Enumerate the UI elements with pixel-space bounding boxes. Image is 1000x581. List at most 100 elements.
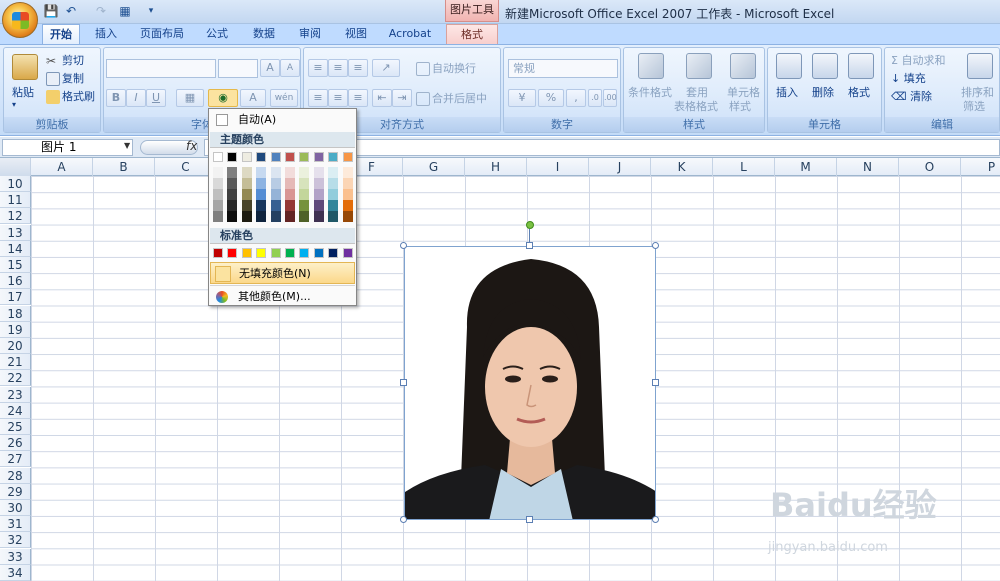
tab-review[interactable]: 审阅 bbox=[292, 24, 328, 44]
theme-tint-swatch[interactable] bbox=[270, 167, 281, 178]
percent-button[interactable]: % bbox=[538, 89, 564, 107]
tab-page-layout[interactable]: 页面布局 bbox=[134, 24, 190, 44]
row-header-12[interactable]: 12 bbox=[0, 208, 31, 225]
theme-tint-swatch[interactable] bbox=[213, 167, 223, 178]
standard-color-swatch[interactable] bbox=[342, 248, 353, 258]
more-colors-item[interactable]: 其他颜色(M)... bbox=[210, 285, 355, 307]
theme-tint-swatch[interactable] bbox=[299, 189, 310, 200]
theme-tint-swatch[interactable] bbox=[256, 200, 267, 211]
align-top-button[interactable]: ≡ bbox=[308, 59, 328, 77]
redo-icon[interactable]: ↷ bbox=[92, 3, 110, 20]
row-header-26[interactable]: 26 bbox=[0, 435, 31, 452]
tab-view[interactable]: 视图 bbox=[338, 24, 374, 44]
column-header-b[interactable]: B bbox=[93, 158, 155, 176]
tab-insert[interactable]: 插入 bbox=[88, 24, 124, 44]
tab-acrobat[interactable]: Acrobat bbox=[382, 24, 438, 44]
copy-button[interactable]: 复制 bbox=[46, 70, 84, 86]
theme-tint-swatch[interactable] bbox=[213, 200, 223, 211]
theme-tint-swatch[interactable] bbox=[285, 167, 295, 178]
tab-format[interactable]: 格式 bbox=[446, 24, 498, 44]
standard-color-swatch[interactable] bbox=[285, 248, 295, 258]
column-header-o[interactable]: O bbox=[899, 158, 961, 176]
font-size-combo[interactable] bbox=[218, 59, 258, 78]
standard-color-swatch[interactable] bbox=[256, 248, 267, 258]
align-center-button[interactable]: ≡ bbox=[328, 89, 348, 107]
theme-tint-swatch[interactable] bbox=[270, 178, 281, 189]
align-middle-button[interactable]: ≡ bbox=[328, 59, 348, 77]
bold-button[interactable]: B bbox=[106, 89, 126, 107]
number-format-combo[interactable]: 常规 bbox=[508, 59, 618, 78]
theme-tint-swatch[interactable] bbox=[342, 178, 353, 189]
font-name-combo[interactable] bbox=[106, 59, 216, 78]
inserted-picture[interactable] bbox=[404, 246, 656, 520]
row-header-21[interactable]: 21 bbox=[0, 354, 31, 371]
theme-tint-swatch[interactable] bbox=[256, 211, 267, 222]
theme-tint-swatch[interactable] bbox=[328, 167, 339, 178]
column-header-n[interactable]: N bbox=[837, 158, 899, 176]
resize-handle-e[interactable] bbox=[652, 379, 659, 386]
cell-styles-button-l2[interactable]: 样式 bbox=[729, 98, 751, 114]
theme-tint-swatch[interactable] bbox=[270, 189, 281, 200]
auto-color-item[interactable]: 自动(A) bbox=[210, 109, 355, 131]
theme-color-swatch[interactable] bbox=[227, 152, 238, 162]
row-header-29[interactable]: 29 bbox=[0, 483, 31, 500]
row-header-16[interactable]: 16 bbox=[0, 273, 31, 290]
theme-color-swatch[interactable] bbox=[241, 152, 252, 162]
theme-tint-swatch[interactable] bbox=[270, 200, 281, 211]
standard-color-swatch[interactable] bbox=[213, 248, 223, 258]
clear-button[interactable]: ⌫ 清除 bbox=[891, 88, 932, 104]
theme-tint-swatch[interactable] bbox=[227, 167, 238, 178]
undo-icon[interactable]: ↶ bbox=[62, 3, 80, 20]
row-header-13[interactable]: 13 bbox=[0, 224, 31, 241]
align-left-button[interactable]: ≡ bbox=[308, 89, 328, 107]
column-header-a[interactable]: A bbox=[31, 158, 93, 176]
row-header-18[interactable]: 18 bbox=[0, 305, 31, 322]
format-cells-button[interactable]: 格式 bbox=[848, 84, 870, 100]
fill-color-button[interactable]: ◉ bbox=[208, 89, 238, 107]
row-header-30[interactable]: 30 bbox=[0, 500, 31, 516]
paste-button[interactable]: 粘贴 bbox=[12, 84, 34, 100]
conditional-format-button[interactable]: 条件格式 bbox=[628, 84, 672, 100]
row-header-27[interactable]: 27 bbox=[0, 451, 31, 468]
theme-tint-swatch[interactable] bbox=[285, 200, 295, 211]
sort-filter-button-l2[interactable]: 筛选 bbox=[963, 98, 985, 114]
paste-dropdown-icon[interactable]: ▾ bbox=[12, 100, 16, 109]
resize-handle-n[interactable] bbox=[526, 242, 533, 249]
grow-font-button[interactable]: A bbox=[260, 59, 280, 77]
theme-tint-swatch[interactable] bbox=[328, 200, 339, 211]
standard-color-swatch[interactable] bbox=[328, 248, 339, 258]
row-header-11[interactable]: 11 bbox=[0, 192, 31, 209]
table-format-button-l2[interactable]: 表格格式 bbox=[674, 98, 718, 114]
comma-button[interactable]: , bbox=[566, 89, 586, 107]
theme-tint-swatch[interactable] bbox=[256, 167, 267, 178]
row-header-25[interactable]: 25 bbox=[0, 419, 31, 435]
row-header-32[interactable]: 32 bbox=[0, 532, 31, 549]
theme-tint-swatch[interactable] bbox=[227, 200, 238, 211]
theme-tint-swatch[interactable] bbox=[213, 211, 223, 222]
italic-button[interactable]: I bbox=[126, 89, 146, 107]
save-icon[interactable]: 💾 bbox=[42, 3, 60, 20]
theme-color-swatch[interactable] bbox=[299, 152, 310, 162]
theme-tint-swatch[interactable] bbox=[227, 178, 238, 189]
theme-tint-swatch[interactable] bbox=[285, 211, 295, 222]
decrease-indent-button[interactable]: ⇤ bbox=[372, 89, 392, 107]
theme-tint-swatch[interactable] bbox=[227, 189, 238, 200]
standard-color-swatch[interactable] bbox=[313, 248, 324, 258]
theme-tint-swatch[interactable] bbox=[213, 189, 223, 200]
theme-tint-swatch[interactable] bbox=[313, 211, 324, 222]
theme-tint-swatch[interactable] bbox=[328, 211, 339, 222]
theme-tint-swatch[interactable] bbox=[285, 189, 295, 200]
theme-tint-swatch[interactable] bbox=[299, 211, 310, 222]
row-header-14[interactable]: 14 bbox=[0, 240, 31, 257]
theme-tint-swatch[interactable] bbox=[256, 189, 267, 200]
theme-tint-swatch[interactable] bbox=[241, 200, 252, 211]
print-preview-icon[interactable]: ▦ bbox=[116, 3, 134, 20]
row-header-34[interactable]: 34 bbox=[0, 564, 31, 581]
row-header-20[interactable]: 20 bbox=[0, 338, 31, 354]
tab-home[interactable]: 开始 bbox=[42, 24, 80, 44]
column-header-l[interactable]: L bbox=[713, 158, 775, 176]
standard-color-swatch[interactable] bbox=[270, 248, 281, 258]
theme-color-swatch[interactable] bbox=[328, 152, 339, 162]
decrease-decimal-button[interactable]: .00 bbox=[603, 89, 617, 107]
row-header-19[interactable]: 19 bbox=[0, 321, 31, 338]
